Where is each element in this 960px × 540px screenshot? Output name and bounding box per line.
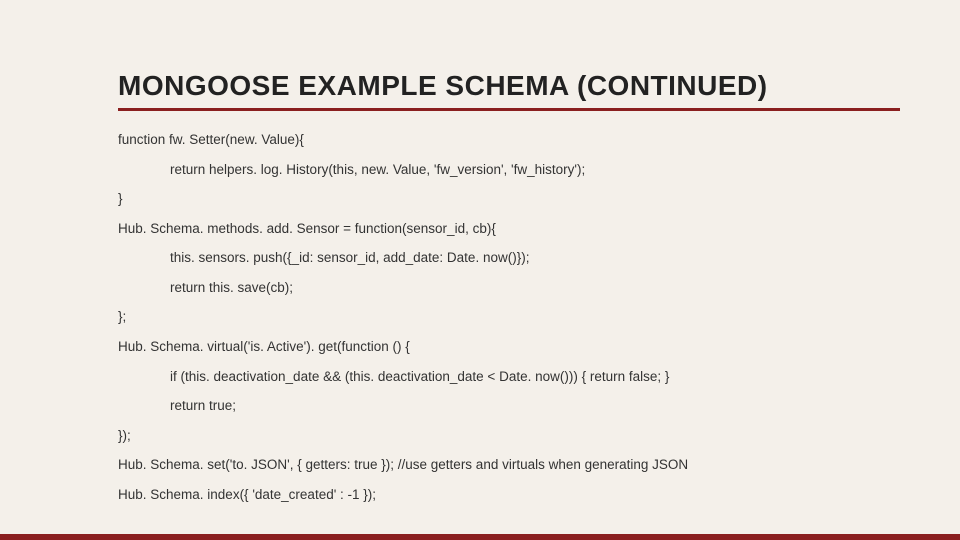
code-line: Hub. Schema. virtual('is. Active'). get(… [118, 332, 900, 362]
slide-content: MONGOOSE EXAMPLE SCHEMA (CONTINUED) func… [118, 70, 900, 510]
code-line: Hub. Schema. methods. add. Sensor = func… [118, 214, 900, 244]
code-line: return helpers. log. History(this, new. … [118, 155, 900, 185]
code-line: return true; [118, 391, 900, 421]
code-line: Hub. Schema. index({ 'date_created' : -1… [118, 480, 900, 510]
code-line: this. sensors. push({_id: sensor_id, add… [118, 243, 900, 273]
code-line: }); [118, 421, 900, 451]
slide-title: MONGOOSE EXAMPLE SCHEMA (CONTINUED) [118, 70, 900, 111]
code-line: return this. save(cb); [118, 273, 900, 303]
code-line: Hub. Schema. set('to. JSON', { getters: … [118, 450, 900, 480]
slide: MONGOOSE EXAMPLE SCHEMA (CONTINUED) func… [0, 0, 960, 540]
code-line: } [118, 184, 900, 214]
code-line: }; [118, 302, 900, 332]
code-line: function fw. Setter(new. Value){ [118, 125, 900, 155]
code-line: if (this. deactivation_date && (this. de… [118, 362, 900, 392]
code-block: function fw. Setter(new. Value){ return … [118, 125, 900, 509]
